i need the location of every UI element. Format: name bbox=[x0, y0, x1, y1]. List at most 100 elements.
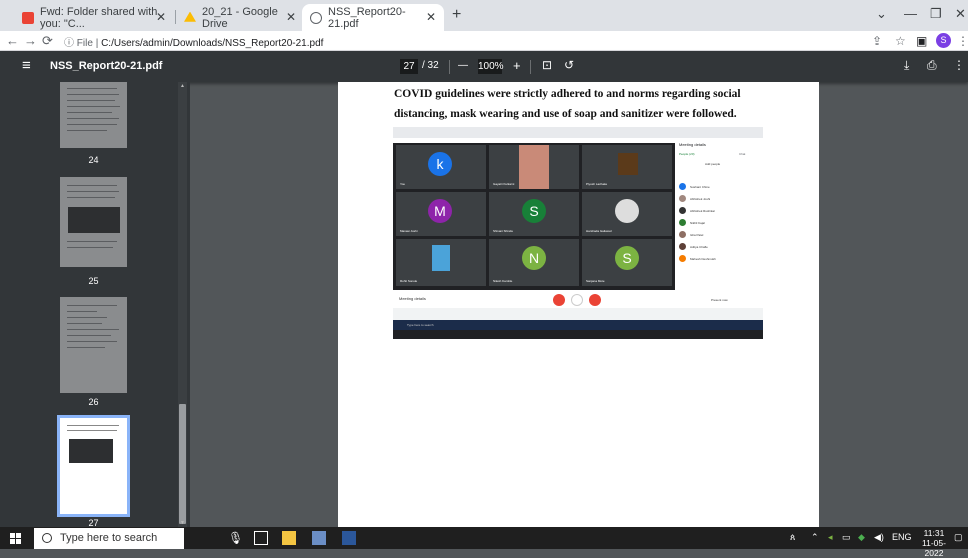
download-icon[interactable]: ⤓ bbox=[904, 58, 909, 73]
participant-name: Piyush Lachake bbox=[586, 182, 608, 186]
forward-button[interactable]: → bbox=[24, 33, 37, 48]
task-view-icon[interactable] bbox=[254, 531, 268, 545]
participant-avatar: M bbox=[428, 199, 452, 223]
address-bar: ← → ⟳ ⓘ File | C:/Users/admin/Downloads/… bbox=[0, 31, 968, 51]
meeting-browser-bar bbox=[393, 127, 763, 138]
tab-google-drive[interactable]: 20_21 - Google Drive ✕ bbox=[176, 4, 304, 31]
participant-row-name: Nikhil Kajal bbox=[690, 221, 705, 225]
word-icon[interactable] bbox=[342, 531, 356, 545]
maximize-button[interactable]: ❐ bbox=[930, 6, 942, 22]
zoom-in-button[interactable]: + bbox=[513, 58, 521, 73]
participant-avatar: S bbox=[522, 199, 546, 223]
network-icon[interactable]: ▭ bbox=[842, 532, 851, 543]
taskbar-search-input[interactable]: Type here to search bbox=[34, 528, 184, 549]
system-clock[interactable]: 11:31 11-05-2022 bbox=[916, 528, 952, 558]
tab-gmail[interactable]: Fwd: Folder shared with you: "C... ✕ bbox=[14, 4, 174, 31]
participant-name: Harshada Gaikwad bbox=[586, 229, 612, 233]
thumbnail-page-27-selected[interactable] bbox=[57, 415, 130, 517]
more-actions-icon[interactable]: ⋮ bbox=[953, 58, 965, 72]
meeting-details-label: Meeting details bbox=[399, 296, 426, 301]
notification-icon[interactable]: ▢ bbox=[954, 532, 963, 543]
zoom-out-button[interactable]: — bbox=[458, 60, 468, 71]
participant-video bbox=[519, 145, 549, 189]
meeting-people-panel: Meeting details People (20) Chat Add peo… bbox=[675, 138, 763, 290]
close-tab-icon[interactable]: ✕ bbox=[426, 10, 436, 24]
pdf-page: COVID guidelines were strictly adhered t… bbox=[338, 82, 819, 527]
participant-avatar: S bbox=[615, 246, 639, 270]
participant-tile: k You bbox=[396, 145, 486, 189]
url-scheme-label: File bbox=[76, 38, 93, 49]
participant-avatar: k bbox=[428, 152, 452, 176]
bookmark-star-icon[interactable]: ☆ bbox=[895, 34, 906, 48]
participant-tile: Gayatri Kulkarni bbox=[489, 145, 579, 189]
side-panel-icon[interactable]: ▣ bbox=[916, 34, 927, 48]
participant-name: Rohit Sonule bbox=[400, 279, 418, 283]
tab-label: 20_21 - Google Drive bbox=[202, 5, 278, 30]
participant-row-name: Abhishek Rushikar bbox=[690, 209, 716, 213]
thumbnail-page-24[interactable] bbox=[60, 82, 127, 148]
participant-tile: S Shivani Shinde bbox=[489, 192, 579, 236]
thumbnail-image bbox=[69, 439, 113, 463]
thumbnail-sidebar: 24 25 26 27 bbox=[0, 82, 190, 528]
app-icon[interactable] bbox=[312, 531, 326, 545]
participant-video bbox=[618, 153, 638, 175]
url-text: C:/Users/admin/Downloads/NSS_Report20-21… bbox=[101, 38, 324, 49]
close-tab-icon[interactable]: ✕ bbox=[156, 10, 166, 24]
sidebar-scrollbar[interactable]: ▲ ▼ bbox=[178, 82, 187, 527]
thumbnail-page-26[interactable] bbox=[60, 297, 127, 393]
participant-name: Manasi Joshi bbox=[400, 229, 418, 233]
new-tab-button[interactable]: + bbox=[452, 6, 461, 24]
clock-time: 11:31 bbox=[923, 528, 945, 538]
reload-button[interactable]: ⟳ bbox=[42, 33, 53, 49]
tab-pdf[interactable]: NSS_Report20-21.pdf ✕ bbox=[302, 4, 444, 31]
tray-app-icon[interactable]: ◂ bbox=[828, 532, 833, 543]
participant-name: Shivani Shinde bbox=[493, 229, 514, 233]
mini-search-text: Type here to search bbox=[407, 323, 434, 327]
clock-date: 11-05-2022 bbox=[922, 538, 946, 558]
back-button[interactable]: ← bbox=[6, 33, 19, 48]
participant-name: Sanjana Mote bbox=[586, 279, 605, 283]
hamburger-menu-icon[interactable]: ≡ bbox=[22, 57, 31, 74]
fit-page-icon[interactable]: ⊡ bbox=[542, 58, 552, 72]
print-icon[interactable]: ⎙ bbox=[927, 58, 937, 73]
tray-app-icon[interactable]: ◆ bbox=[858, 532, 865, 543]
close-window-button[interactable]: ✕ bbox=[955, 6, 966, 22]
participant-row-name: Mahesh Deshmukh bbox=[690, 257, 716, 261]
microphone-icon[interactable]: 🎙 bbox=[228, 531, 243, 545]
page-count: / 32 bbox=[422, 60, 439, 71]
page-number-input[interactable]: 27 bbox=[400, 59, 418, 74]
participant-name: Nilesh Kamble bbox=[493, 279, 513, 283]
windows-start-icon[interactable] bbox=[10, 533, 21, 544]
people-icon[interactable]: ጰ bbox=[790, 532, 795, 543]
participant-name: Gayatri Kulkarni bbox=[493, 182, 515, 186]
windows-taskbar: Type here to search 🎙 ጰ ⌃ ◂ ▭ ◆ ◀) ENG 1… bbox=[0, 527, 968, 558]
volume-icon[interactable]: ◀) bbox=[874, 532, 884, 543]
thumbnail-image bbox=[68, 207, 120, 233]
tray-chevron-icon[interactable]: ⌃ bbox=[811, 532, 819, 543]
pdf-toolbar: ≡ NSS_Report20-21.pdf 27 / 32 — 100% + ⊡… bbox=[0, 51, 968, 82]
globe-icon bbox=[310, 11, 322, 24]
profile-avatar[interactable]: S bbox=[936, 33, 951, 48]
mic-off-icon bbox=[553, 294, 565, 306]
tab-search-icon[interactable]: ⌄ bbox=[876, 6, 887, 22]
rotate-icon[interactable]: ↺ bbox=[564, 58, 574, 72]
gmail-icon bbox=[22, 11, 34, 24]
participant-avatar bbox=[615, 199, 639, 223]
close-tab-icon[interactable]: ✕ bbox=[286, 10, 296, 24]
file-explorer-icon[interactable] bbox=[282, 531, 296, 545]
browser-menu-icon[interactable]: ⋮ bbox=[957, 34, 968, 48]
page-text-line: COVID guidelines were strictly adhered t… bbox=[394, 88, 741, 100]
share-icon[interactable]: ⇪ bbox=[872, 34, 882, 48]
end-call-icon bbox=[571, 294, 583, 306]
sidebar-scrollbar-thumb[interactable] bbox=[179, 404, 186, 524]
minimize-button[interactable]: — bbox=[904, 6, 917, 21]
participant-tile: Harshada Gaikwad bbox=[582, 192, 672, 236]
participant-tile: S Sanjana Mote bbox=[582, 239, 672, 286]
url-field[interactable]: ⓘ File | C:/Users/admin/Downloads/NSS_Re… bbox=[64, 34, 323, 49]
thumbnail-label: 25 bbox=[88, 276, 99, 286]
tab-label: Fwd: Folder shared with you: "C... bbox=[40, 5, 158, 30]
thumbnail-page-25[interactable] bbox=[60, 177, 127, 267]
language-indicator[interactable]: ENG bbox=[892, 532, 912, 542]
info-icon[interactable]: ⓘ bbox=[64, 38, 74, 49]
zoom-level-input[interactable]: 100% bbox=[478, 59, 504, 74]
